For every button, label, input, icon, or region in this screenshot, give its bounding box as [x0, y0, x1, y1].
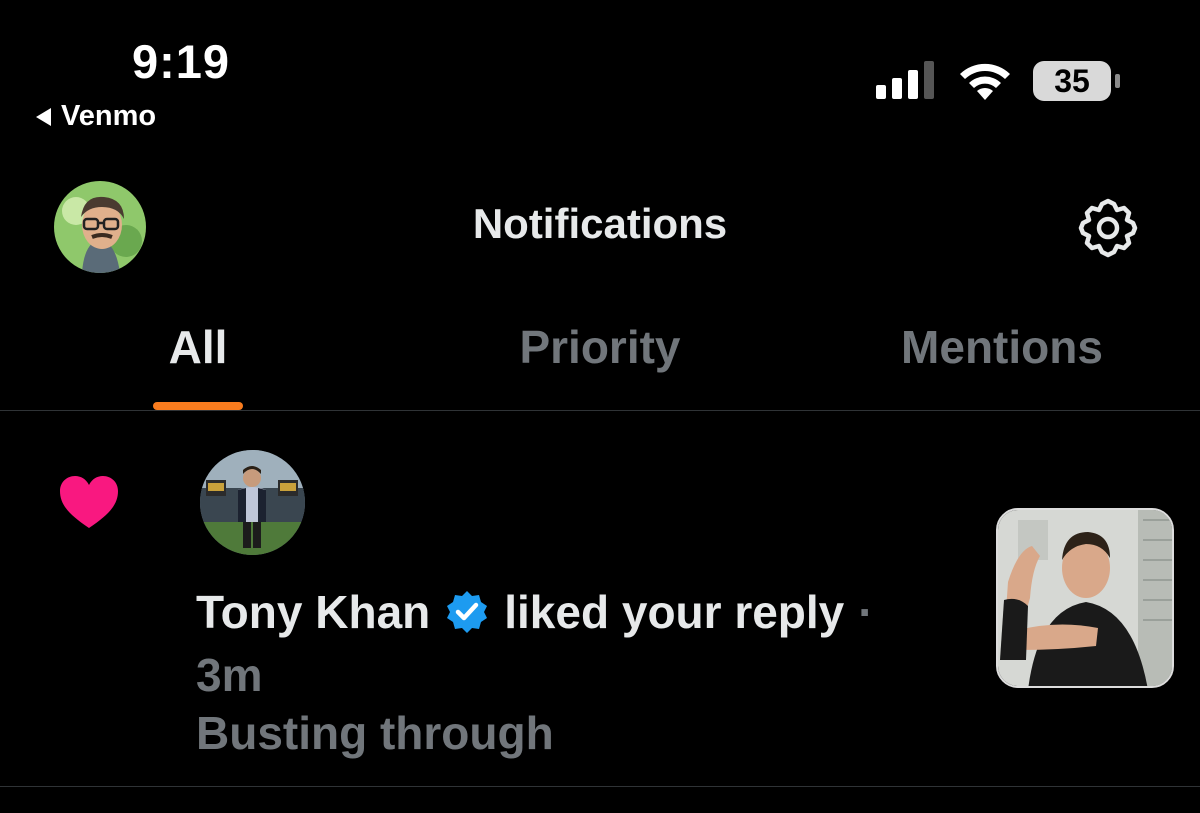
tab-mentions[interactable]: Mentions	[850, 320, 1154, 374]
cellular-signal-icon	[876, 61, 934, 99]
page-title: Notifications	[472, 200, 728, 247]
back-app-label: Venmo	[61, 100, 157, 132]
reply-snippet: Busting through	[196, 707, 554, 759]
back-to-app-button[interactable]: Venmo	[36, 100, 156, 133]
back-triangle-icon	[36, 107, 51, 126]
active-tab-indicator	[153, 402, 243, 410]
battery-icon: 35	[1032, 60, 1122, 102]
separator-dot: ·	[858, 586, 874, 638]
list-divider	[0, 786, 1200, 787]
tabs-divider	[0, 410, 1200, 411]
tab-priority[interactable]: Priority	[450, 320, 750, 374]
user-avatar[interactable]	[200, 450, 305, 555]
verified-badge-icon	[447, 591, 488, 633]
gear-icon[interactable]	[1076, 196, 1140, 260]
battery-level: 35	[1054, 63, 1090, 99]
heart-icon	[60, 476, 118, 528]
media-thumbnail[interactable]	[996, 508, 1174, 688]
tab-all[interactable]: All	[98, 320, 298, 374]
notification-text: Tony Khan liked your reply ·	[196, 585, 874, 639]
status-time: 9:19	[132, 35, 231, 88]
notification-action: liked your reply	[504, 586, 845, 638]
user-name[interactable]: Tony Khan	[196, 585, 430, 639]
notification-time: 3m	[196, 649, 263, 701]
wifi-icon	[960, 63, 1010, 100]
